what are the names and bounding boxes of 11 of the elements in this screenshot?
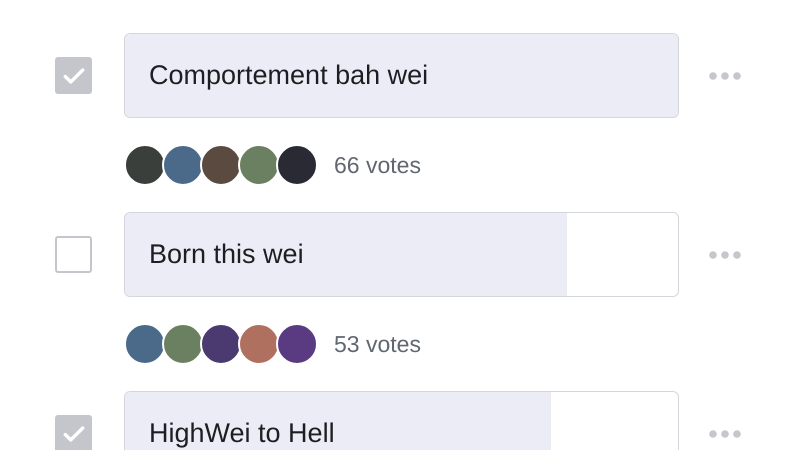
vote-count[interactable]: 66 votes [334, 152, 421, 178]
option-bar[interactable]: HighWei to Hell [124, 391, 679, 450]
vote-count[interactable]: 53 votes [334, 330, 421, 358]
option-bar[interactable]: Comportement bah wei [124, 33, 679, 118]
option-text: Comportement bah wei [149, 60, 428, 91]
option-text: Born this wei [149, 239, 304, 270]
checkbox[interactable] [55, 415, 92, 450]
option-text: HighWei to Hell [149, 418, 335, 449]
option-bar[interactable]: Born this wei [124, 212, 679, 297]
checkbox[interactable] [55, 57, 92, 94]
checkbox[interactable] [55, 236, 92, 273]
